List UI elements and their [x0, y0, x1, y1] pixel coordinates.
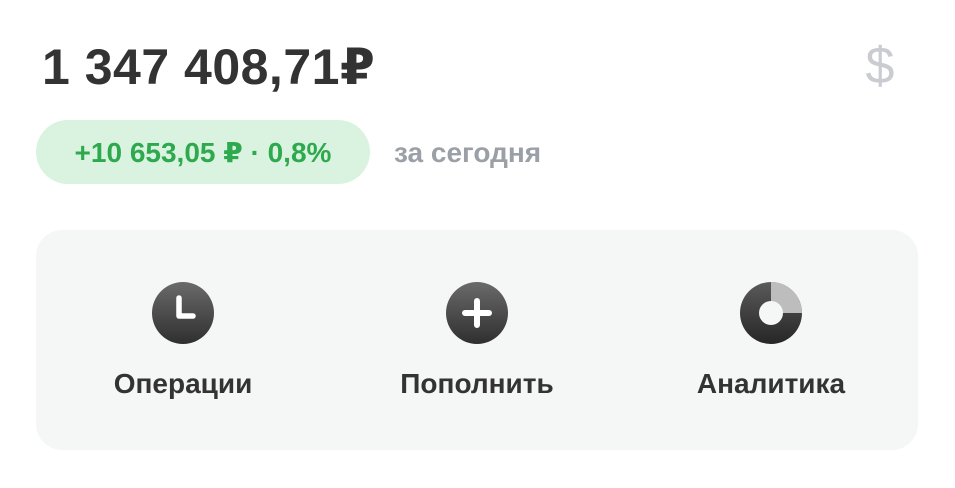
currency-switch-button[interactable]: $: [856, 34, 904, 98]
change-period-label: за сегодня: [394, 137, 542, 168]
portfolio-balance: 1 347 408,71₽: [42, 39, 376, 95]
donut-chart-icon: [740, 282, 802, 344]
plus-circle-icon: [446, 282, 508, 344]
top-up-label: Пополнить: [400, 368, 554, 399]
quick-actions-card: Операции Пополнить Аналитика: [36, 230, 918, 450]
top-up-button[interactable]: Пополнить: [330, 230, 624, 450]
daily-change-badge: +10 653,05 ₽ · 0,8%: [36, 120, 370, 184]
analytics-label: Аналитика: [696, 368, 846, 399]
operations-label: Операции: [113, 368, 253, 399]
operations-button[interactable]: Операции: [36, 230, 330, 450]
analytics-button[interactable]: Аналитика: [624, 230, 918, 450]
clock-icon: [152, 282, 214, 344]
portfolio-summary: 1 347 408,71₽ $ +10 653,05 ₽ · 0,8% за с…: [0, 0, 955, 488]
dollar-icon: $: [865, 37, 895, 95]
